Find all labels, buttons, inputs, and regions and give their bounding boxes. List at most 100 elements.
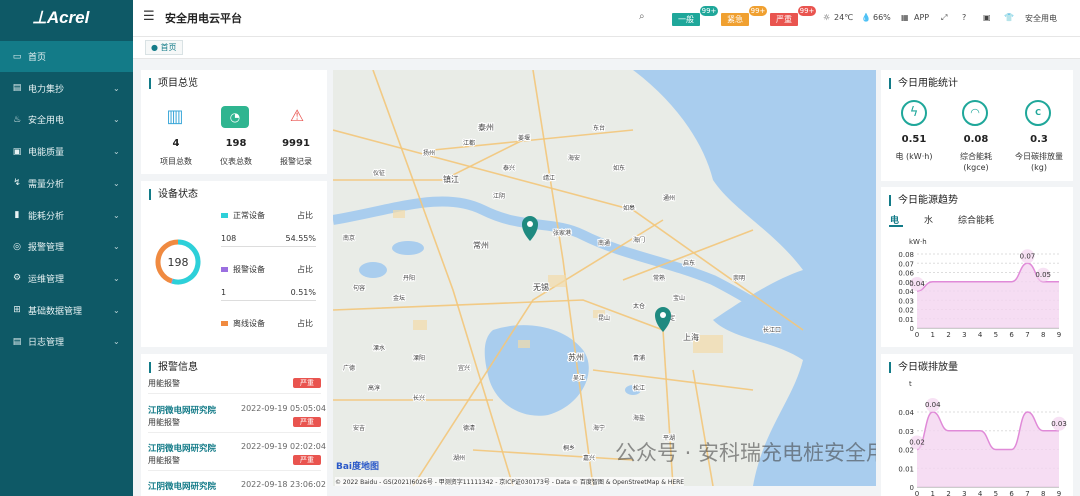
- x-tick-label: 6: [1009, 331, 1014, 339]
- device-total: 198: [167, 256, 189, 269]
- alarm-urgent-button[interactable]: 紧急: [721, 13, 749, 26]
- x-tick-label: 1: [931, 490, 935, 496]
- breadcrumb-home[interactable]: ● 首页: [145, 40, 183, 55]
- highway: [472, 449, 634, 461]
- sidebar-item-5[interactable]: ▮ 能耗分析 ⌄: [0, 200, 133, 231]
- x-tick-label: 0: [915, 331, 919, 339]
- y-tick-label: 0.07: [898, 260, 914, 268]
- severity-badge: 严重: [293, 378, 321, 388]
- city-label: 湖州: [453, 454, 465, 462]
- city-label: 高淳: [368, 384, 380, 392]
- city-label: 青浦: [633, 354, 645, 362]
- tab-water[interactable]: 水: [924, 213, 933, 226]
- energy-value: 0.08: [963, 134, 989, 145]
- sidebar-item-label: 电力集抄: [28, 84, 65, 95]
- help-icon[interactable]: ?: [962, 13, 966, 22]
- energy-unit: (kgce): [963, 163, 989, 172]
- alarm-org[interactable]: 江阴微电网研究院: [148, 442, 216, 454]
- screen-icon[interactable]: ▣: [983, 13, 991, 22]
- user-name[interactable]: 安全用电: [1025, 13, 1057, 24]
- chevron-down-icon: ⌄: [113, 305, 120, 315]
- header: ☰ 安全用电云平台 ⌕ 一般 99+ 紧急 99+ 严重 99+ ☼ 24℃ 💧…: [133, 0, 1080, 37]
- device-ratio: 0.51%: [290, 288, 316, 297]
- electricity-icon: ϟ: [901, 100, 927, 126]
- map-canvas[interactable]: 泰州镇江常州无锡苏州 上海 南通 扬州长江口 海门太仓昆山吴江湖州 嘉兴 张家港 江阴丹阳溧阳…: [333, 70, 876, 486]
- sidebar-item-7[interactable]: ⚙ 运维管理 ⌄: [0, 263, 133, 294]
- city-label: 海安: [568, 154, 580, 162]
- device-status-title: 设备状态: [149, 189, 198, 200]
- severity-badge: 严重: [293, 455, 321, 465]
- city-label: 德清: [463, 424, 475, 432]
- x-tick-label: 6: [1009, 490, 1014, 496]
- data-label: 0.02: [909, 439, 925, 447]
- city-label: 仪征: [373, 169, 385, 177]
- data-label: 0.07: [1020, 252, 1036, 260]
- divider: [148, 432, 321, 433]
- legend-swatch: [221, 267, 228, 272]
- chevron-down-icon: ⌄: [113, 210, 120, 220]
- sidebar-item-1[interactable]: ▤ 电力集抄 ⌄: [0, 73, 133, 104]
- building-icon: ▥: [166, 106, 184, 127]
- sidebar-item-6[interactable]: ◎ 报警管理 ⌄: [0, 231, 133, 262]
- urban-area: [548, 275, 566, 287]
- tab-comprehensive[interactable]: 综合能耗: [958, 213, 994, 226]
- carbon-chart: 0.04 0.03 0.02 0.01 0 t 0 1 2 3 4 5 6 7 8 9 0.02 0.04 0.03: [898, 380, 1066, 496]
- menu-toggle-icon[interactable]: ☰: [143, 9, 155, 24]
- today-energy-title: 今日用能统计: [889, 78, 958, 89]
- device-legend-label: 报警设备: [233, 265, 265, 274]
- electricity-label: 电 (kW·h): [895, 152, 933, 161]
- alarm-org[interactable]: 江阴微电网研究院: [148, 480, 216, 492]
- alarm-time: 2022-09-18 23:06:02: [241, 480, 326, 489]
- carbon-icon: C: [1025, 100, 1051, 126]
- energy-trend-chart: 0.080.070.060.050.040.030.020.010kW·h0 1 2…: [898, 238, 1061, 339]
- sidebar-item-9[interactable]: ▤ 日志管理 ⌄: [0, 326, 133, 357]
- city-label: 上海: [683, 332, 699, 342]
- chevron-down-icon: ⌄: [113, 273, 120, 283]
- city-label: 靖江: [543, 174, 555, 182]
- city-label: 通州: [663, 194, 675, 202]
- fullscreen-icon[interactable]: ⤢: [941, 13, 947, 23]
- data-label: 0.04: [909, 280, 925, 288]
- alarm-org[interactable]: 江阴微电网研究院: [148, 404, 216, 416]
- demand-icon: ↯: [13, 178, 21, 189]
- temperature-text: 24℃: [834, 13, 854, 22]
- search-icon[interactable]: ⌕: [639, 11, 645, 22]
- sidebar-item-2[interactable]: ♨ 安全用电 ⌄: [0, 104, 133, 135]
- sidebar-item-8[interactable]: ⊞ 基础数据管理 ⌄: [0, 295, 133, 326]
- city-label: 溧水: [373, 344, 385, 352]
- alarm-info-panel: 报警信息 用能报警 严重 江阴微电网研究院 2022-09-19 05:05:04 用能…: [141, 354, 327, 496]
- alarm-general-button[interactable]: 一般: [672, 13, 700, 26]
- map[interactable]: 泰州 镇江 常州 无锡 苏州 上海 南通 扬州 长江口 海门 太仓 昆山 吴江 湖州 嘉兴 张家港 江阴 丹阳 溧阳…: [333, 70, 876, 486]
- sidebar-item-0[interactable]: ▭ 首页: [0, 41, 133, 72]
- device-legend-label: 正常设备: [233, 211, 265, 220]
- city-label: 南通: [598, 239, 610, 247]
- sidebar-item-3[interactable]: ▣ 电能质量 ⌄: [0, 136, 133, 167]
- sidebar-item-label: 报警管理: [28, 243, 65, 254]
- app-link[interactable]: APP: [914, 13, 929, 22]
- device-legend-label: 离线设备: [233, 319, 265, 328]
- alarm-type: 用能报警: [148, 456, 180, 465]
- meter-icon: ◔: [221, 106, 249, 128]
- alarm-severe-button[interactable]: 严重: [770, 13, 798, 26]
- tab-active-indicator: [889, 225, 903, 227]
- urban-area: [413, 320, 427, 330]
- highway: [372, 70, 514, 486]
- skin-icon[interactable]: 👕: [1004, 13, 1014, 22]
- city-label: 如皋: [623, 204, 635, 212]
- y-tick-label: 0.03: [898, 297, 914, 305]
- sidebar-item-label: 日志管理: [28, 338, 65, 349]
- sidebar-item-4[interactable]: ↯ 需量分析 ⌄: [0, 168, 133, 199]
- x-tick-label: 8: [1041, 331, 1045, 339]
- alarm-severe-count: 99+: [798, 6, 816, 16]
- chevron-down-icon: ⌄: [113, 83, 120, 93]
- meter-count-label: 仪表总数: [220, 157, 252, 166]
- device-ratio: 54.55%: [285, 234, 316, 243]
- carbon-label: 今日碳排放量: [1015, 152, 1063, 161]
- quality-icon: ▣: [12, 146, 22, 157]
- city-label: 宝山: [673, 294, 685, 302]
- x-tick-label: 5: [994, 331, 998, 339]
- x-tick-label: 9: [1057, 490, 1061, 496]
- alarm-time: 2022-09-19 05:05:04: [241, 404, 326, 413]
- legend-swatch: [221, 321, 228, 326]
- map-copyright: © 2022 Baidu - GS(2021)6026号 - 甲测资字11111…: [335, 477, 685, 486]
